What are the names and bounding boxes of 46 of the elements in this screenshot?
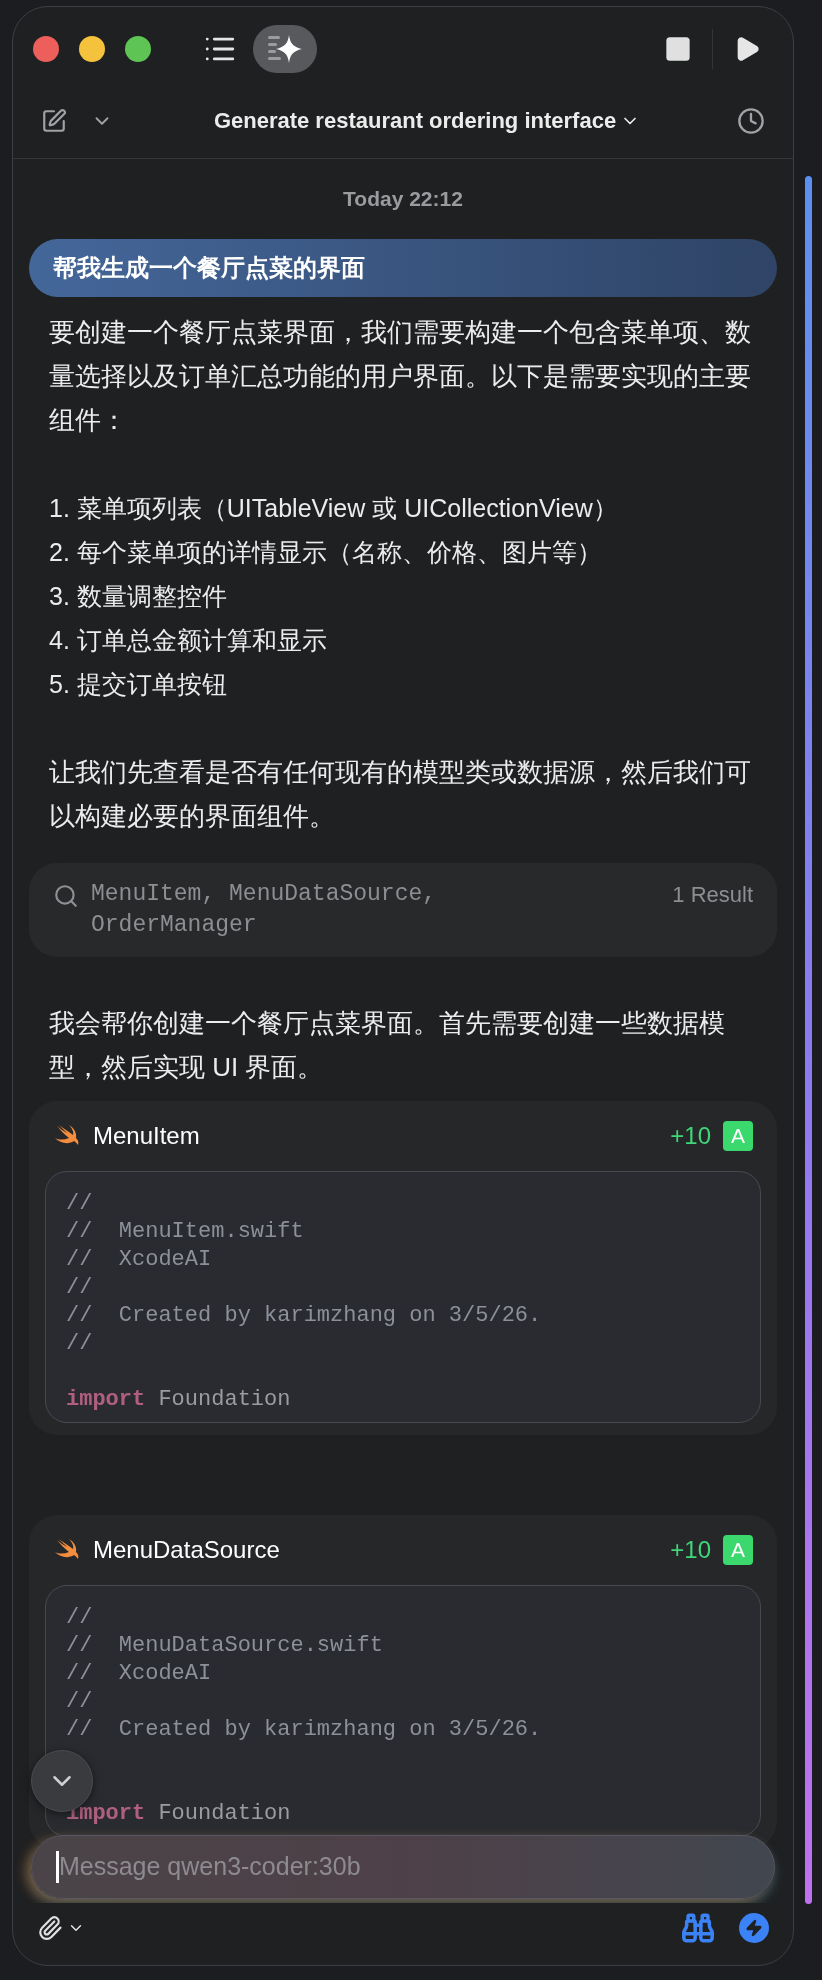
lightning-icon	[745, 1919, 763, 1937]
list-item: 1. 菜单项列表（UITableView 或 UICollectionView）	[49, 492, 619, 524]
code-comment: //	[66, 1603, 94, 1632]
added-badge: A	[723, 1534, 753, 1565]
list-item: 3. 数量调整控件	[49, 580, 228, 612]
conversation-title[interactable]: Generate restaurant ordering interface	[213, 104, 641, 137]
code-comment: // Created by karimzhang on 3/5/26.	[66, 1301, 543, 1330]
message-input[interactable]: Message qwen3-coder:30b	[31, 1835, 775, 1899]
code-comment: // Created by karimzhang on 3/5/26.	[66, 1715, 543, 1744]
list-item: 5. 提交订单按钮	[49, 668, 228, 700]
list-item: 4. 订单总金额计算和显示	[49, 624, 328, 656]
code-comment: //	[66, 1189, 94, 1218]
timestamp: Today 22:12	[342, 186, 464, 212]
assistant-message: 让我们先查看是否有任何现有的模型类或数据源，然后我们可以构建必要的界面组件。	[48, 755, 752, 833]
assistant-message: 我会帮你创建一个餐厅点菜界面。首先需要创建一些数据模型，然后实现 UI 界面。	[48, 1006, 726, 1084]
code-comment: // XcodeAI	[66, 1659, 213, 1688]
minimize-button[interactable]	[79, 36, 105, 62]
binoculars-button[interactable]	[681, 1911, 715, 1945]
code-comment: // XcodeAI	[66, 1245, 213, 1274]
result-count: 1 Result	[672, 880, 753, 909]
file-name: MenuItem	[93, 1120, 200, 1151]
history-button[interactable]	[737, 106, 765, 135]
code-comment: // MenuDataSource.swift	[66, 1631, 384, 1660]
added-badge: A	[723, 1120, 753, 1151]
close-button[interactable]	[33, 36, 59, 62]
code-line: import Foundation	[66, 1385, 292, 1414]
list-item: 2. 每个菜单项的详情显示（名称、价格、图片等）	[49, 536, 603, 568]
new-chat-button[interactable]	[41, 107, 67, 134]
file-name: MenuDataSource	[93, 1534, 280, 1565]
search-query: MenuItem, MenuDataSource, OrderManager	[91, 879, 438, 940]
zoom-button[interactable]	[125, 36, 151, 62]
lines-added: +10	[670, 1120, 711, 1151]
code-comment: //	[66, 1687, 94, 1716]
search-icon	[53, 882, 79, 909]
code-comment: //	[66, 1273, 94, 1302]
code-comment: //	[66, 1329, 94, 1358]
lightning-button[interactable]	[739, 1913, 769, 1943]
message-field[interactable]: Message qwen3-coder:30b	[59, 1848, 750, 1886]
code-line: import Foundation	[66, 1799, 292, 1828]
paperclip-icon	[37, 1915, 63, 1941]
search-result-card[interactable]: MenuItem, MenuDataSource, OrderManager 1 Result	[29, 862, 777, 957]
assistant-button[interactable]	[253, 25, 317, 73]
assistant-message: 要创建一个餐厅点菜界面，我们需要构建一个包含菜单项、数量选择以及订单汇总功能的用户界面。以下是需要实现的主要组件：	[48, 315, 752, 437]
lines-added: +10	[670, 1534, 711, 1565]
user-message-bubble: 帮我生成一个餐厅点菜的界面	[29, 238, 777, 297]
code-comment: // MenuItem.swift	[66, 1217, 305, 1246]
